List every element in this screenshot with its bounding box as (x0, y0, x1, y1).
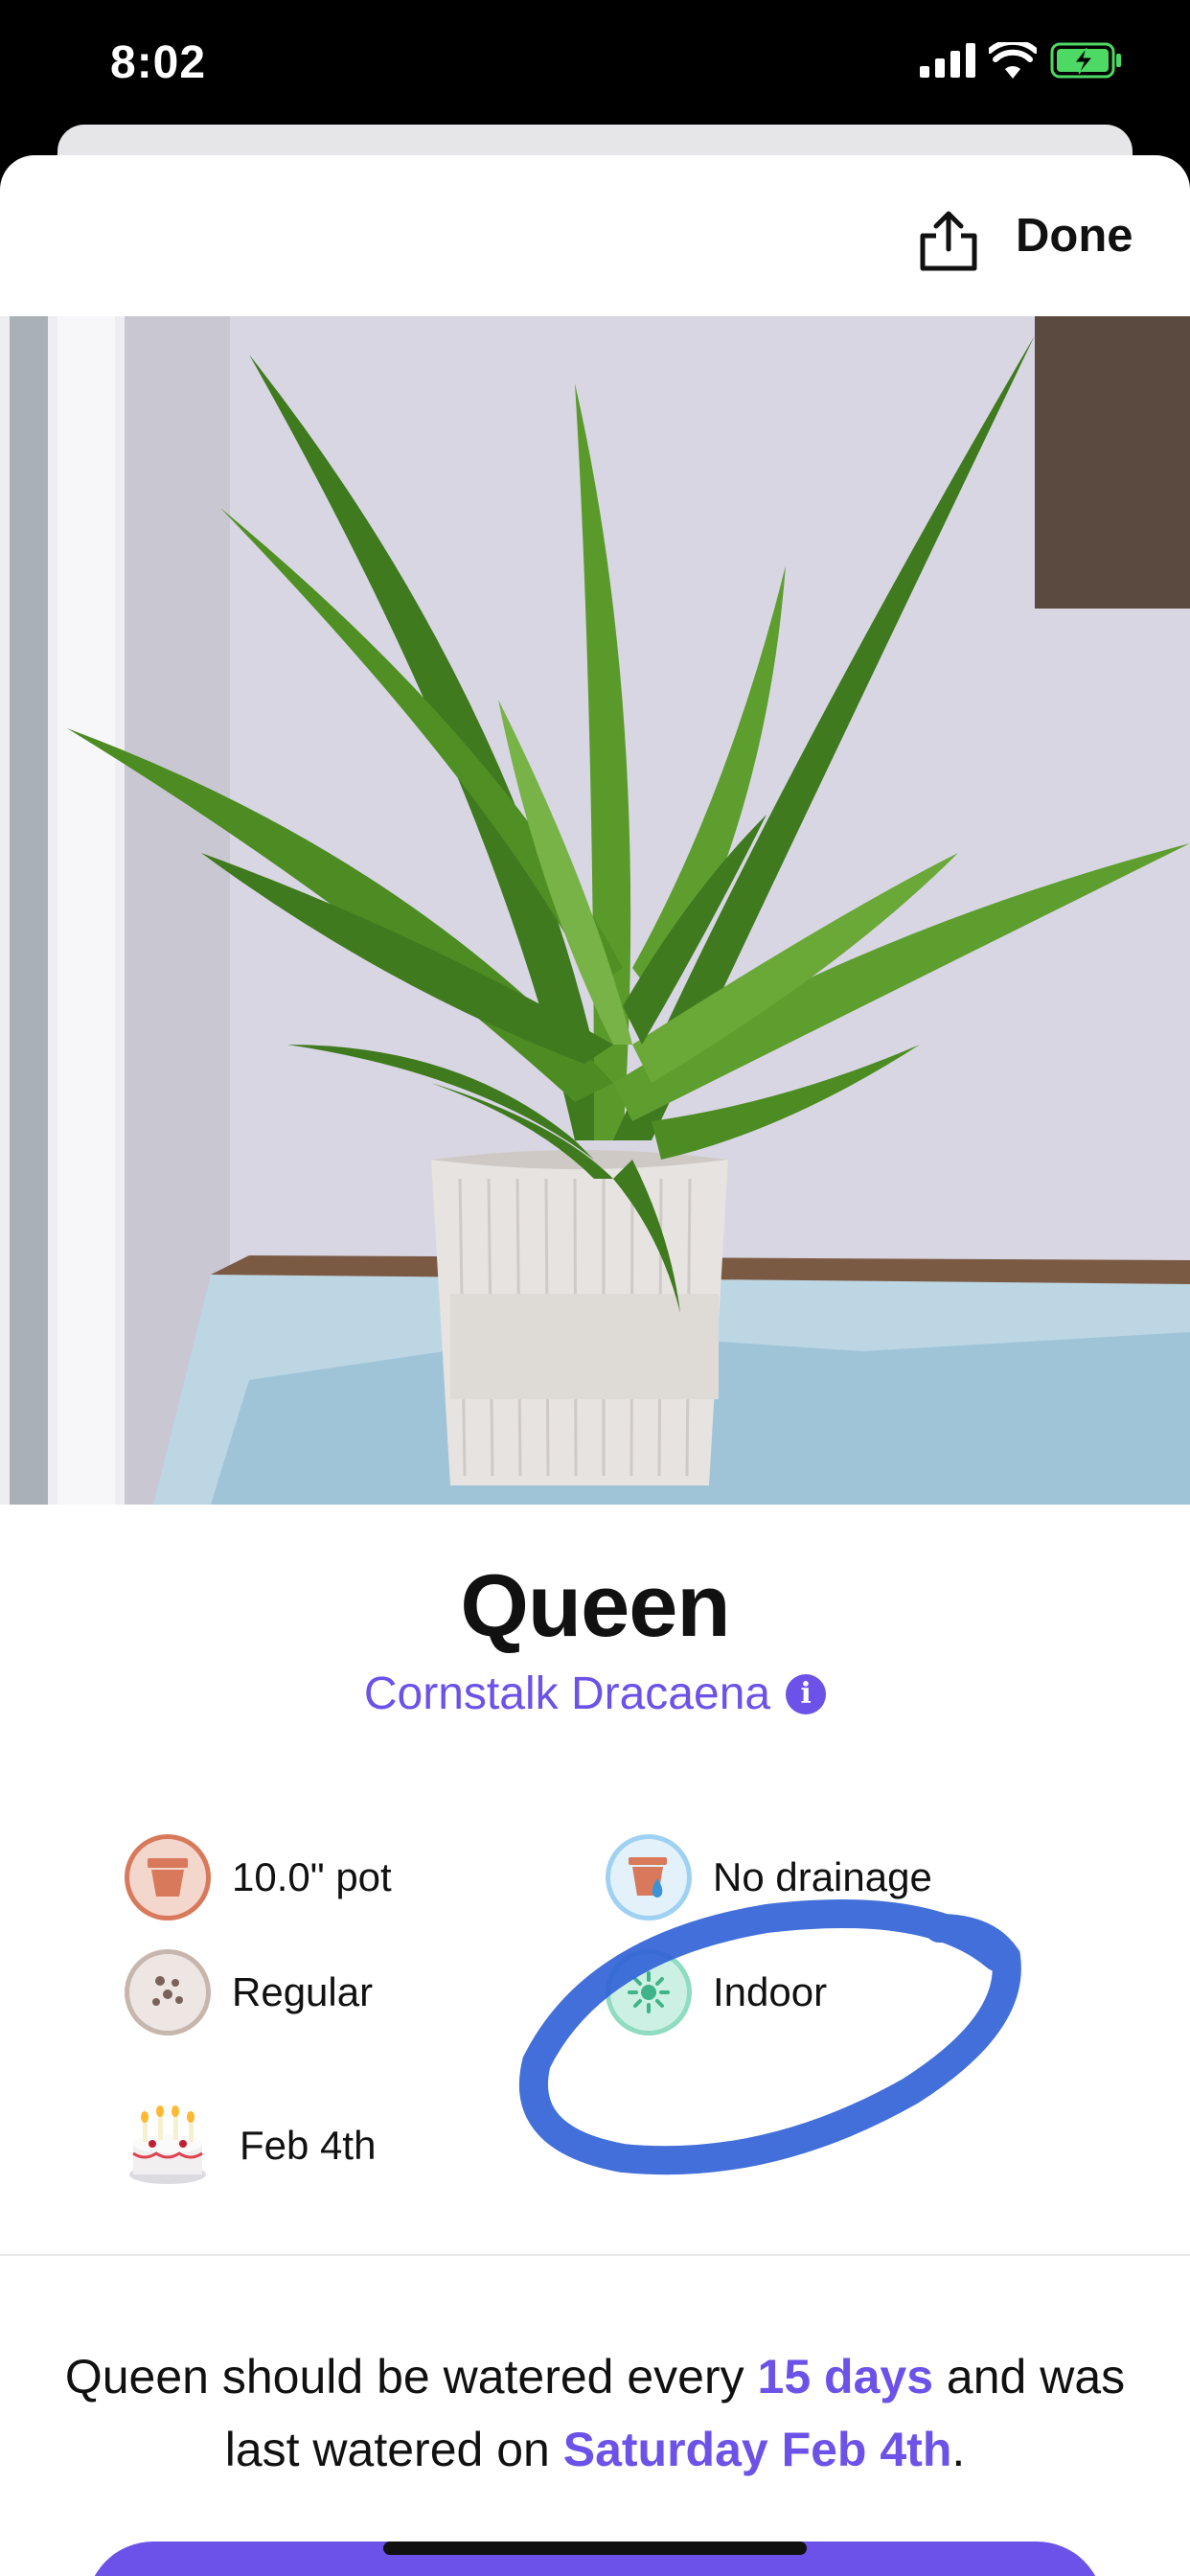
watering-suffix: . (951, 2423, 966, 2476)
watering-prefix: Queen should be watered every (64, 2350, 758, 2404)
species-row[interactable]: Cornstalk Dracaena i (0, 1668, 1190, 1720)
birthday-cake-icon (125, 2103, 211, 2189)
wifi-icon (989, 42, 1037, 79)
soil-icon (125, 1949, 211, 2036)
species-name[interactable]: Cornstalk Dracaena (364, 1668, 770, 1720)
status-time: 8:02 (110, 37, 207, 88)
watering-interval: 15 days (757, 2350, 934, 2404)
soil-attribute[interactable]: Regular (125, 1949, 373, 2036)
watering-summary: Queen should be watered every 15 days an… (57, 2340, 1133, 2486)
no-drainage-icon (606, 1834, 692, 1920)
battery-charging-icon (1050, 42, 1121, 79)
plant-photo (0, 316, 1190, 1505)
home-indicator (383, 2542, 807, 2555)
signal-icon (920, 43, 975, 78)
info-icon[interactable]: i (786, 1673, 827, 1714)
location-attribute[interactable]: Indoor (606, 1949, 827, 2036)
share-button[interactable] (910, 203, 987, 280)
last-watered-date: Saturday Feb 4th (562, 2423, 952, 2476)
birthday-label: Feb 4th (240, 2123, 377, 2168)
drainage-attribute[interactable]: No drainage (606, 1834, 932, 1920)
drainage-label: No drainage (713, 1854, 932, 1899)
annotation-circle (518, 1899, 1021, 2175)
plant-photo-image (0, 316, 1190, 1505)
pot-icon (125, 1834, 211, 1920)
status-bar: 8:02 (0, 0, 1190, 125)
soil-label: Regular (232, 1969, 374, 2014)
pot-size-label: 10.0" pot (232, 1854, 392, 1899)
pot-size-attribute[interactable]: 10.0" pot (125, 1834, 392, 1920)
top-bar: Done (0, 155, 1190, 316)
plant-detail-sheet: Done Queen Cornstalk Dracaena i 10.0" po… (0, 155, 1190, 2576)
birthday-attribute[interactable]: Feb 4th (125, 2103, 376, 2189)
location-label: Indoor (713, 1969, 828, 2014)
plant-name: Queen (460, 1557, 730, 1655)
share-icon (920, 211, 977, 271)
indoor-icon (606, 1949, 692, 2036)
done-button[interactable]: Done (1016, 209, 1133, 263)
status-icons (920, 42, 1123, 79)
section-divider (0, 2254, 1190, 2256)
